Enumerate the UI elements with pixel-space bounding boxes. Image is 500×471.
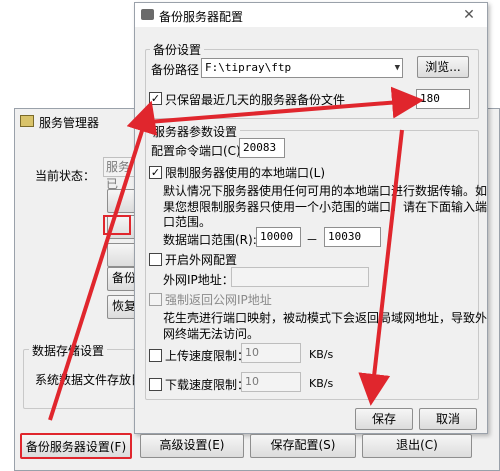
arrow-to-save-button [358,129,404,406]
arrow-to-keep-days-checkbox [48,100,158,421]
highlight-box [103,215,131,235]
arrow-to-keep-days-input [147,86,424,124]
annotation-overlay [48,86,424,421]
